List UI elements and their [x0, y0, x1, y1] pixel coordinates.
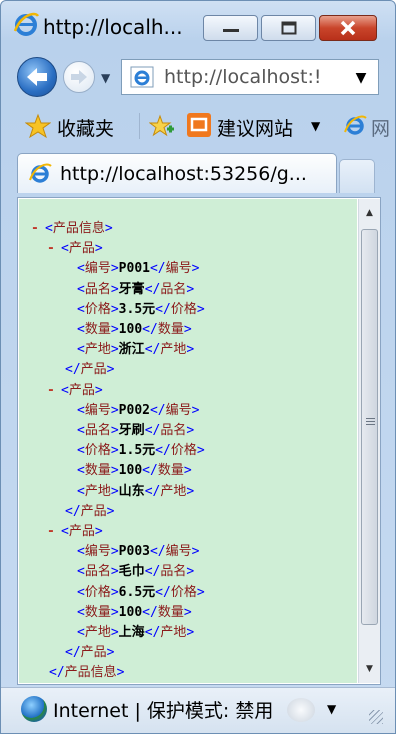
xml-field-line: <数量>100</数量>: [77, 322, 192, 337]
address-bar[interactable]: http://localhost:!: [121, 59, 379, 95]
xml-field-line: <数量>100</数量>: [77, 463, 192, 479]
resize-grip-icon[interactable]: [369, 710, 383, 724]
ie-logo-icon: [13, 12, 39, 36]
xml-field-line: <产地>浙江</产地>: [77, 342, 195, 358]
minimize-icon: [204, 16, 257, 40]
suggested-sites-dropdown[interactable]: ▼: [311, 119, 320, 133]
maximize-icon: [262, 16, 315, 40]
xml-field-line: <价格>1.5元</价格>: [77, 443, 205, 459]
status-bar: Internet | 保护模式: 禁用 ▼: [1, 687, 395, 733]
tab-active[interactable]: http://localhost:53256/g...: [17, 153, 337, 193]
xml-field-line: <品名>牙膏</品名>: [77, 281, 195, 297]
tab-title: http://localhost:53256/g...: [60, 163, 307, 185]
zoom-icon[interactable]: [287, 698, 315, 722]
toolbar-divider: [139, 113, 140, 139]
xml-field-line: <产地>上海</产地>: [77, 625, 195, 640]
favorites-star-icon: [25, 113, 51, 139]
collapse-toggle-icon: -: [31, 221, 39, 236]
new-tab-button[interactable]: [339, 159, 375, 193]
favorites-button[interactable]: 收藏夹: [57, 114, 114, 141]
address-dropdown-button[interactable]: ▼: [347, 65, 375, 91]
xml-field-line: <编号>P003</编号>: [77, 544, 200, 560]
xml-field-line: <产地>山东</产地>: [77, 483, 195, 499]
add-to-favorites-icon[interactable]: [149, 113, 175, 139]
favorites-bar: 收藏夹 建议网站 ▼ 网: [1, 105, 395, 147]
scrollbar-thumb[interactable]: [361, 229, 378, 625]
xml-product-close: </产品>: [65, 362, 115, 378]
recent-pages-dropdown[interactable]: ▼: [101, 71, 110, 85]
window-title: http://localh...: [43, 15, 183, 39]
grip-icon: [366, 418, 375, 427]
minimize-button[interactable]: [203, 15, 258, 41]
chevron-down-icon: ▼: [355, 70, 367, 86]
xml-field-line: <编号>P002</编号>: [77, 402, 200, 418]
close-button[interactable]: [319, 15, 377, 41]
scroll-up-arrow-icon[interactable]: ▲: [359, 203, 380, 223]
title-bar: http://localh...: [1, 1, 395, 49]
xml-root-close: </产品信息>: [49, 665, 125, 681]
browser-window: http://localh... ▼ http://localhost:! ▼ …: [0, 0, 396, 734]
status-zone-text: Internet | 保护模式: 禁用: [53, 700, 274, 722]
collapse-toggle-icon: -: [47, 241, 55, 257]
collapse-toggle-icon: -: [47, 524, 55, 539]
web-slice-ie-icon[interactable]: [343, 113, 367, 137]
suggested-sites-icon: [187, 113, 211, 137]
xml-product-close: </产品>: [65, 503, 115, 519]
address-url: http://localhost:!: [164, 66, 322, 88]
back-arrow-icon: [27, 68, 47, 86]
xml-tree-view: - <产品信息> - <产品> <编号>P001</编号> <品名>牙膏</品名> <价格>…: [19, 199, 357, 683]
xml-product-open[interactable]: - <产品>: [47, 239, 103, 259]
ie-tab-icon: [29, 163, 52, 183]
xml-field-line: <价格>6.5元</价格>: [77, 584, 205, 600]
close-icon: [320, 16, 376, 40]
zoom-dropdown[interactable]: ▼: [327, 702, 336, 716]
xml-field-line: <编号>P001</编号>: [77, 261, 200, 277]
scroll-down-arrow-icon[interactable]: ▼: [359, 659, 380, 679]
xml-field-line: <品名>牙刷</品名>: [77, 423, 195, 438]
forward-button[interactable]: [63, 61, 95, 93]
page-content: - <产品信息> - <产品> <编号>P001</编号> <品名>牙膏</品名> <价格>…: [17, 197, 381, 685]
xml-product-open[interactable]: - <产品>: [47, 522, 103, 542]
internet-zone-globe-icon: [21, 696, 47, 722]
collapse-toggle-icon: -: [47, 382, 55, 398]
xml-product-close: </产品>: [65, 645, 115, 661]
vertical-scrollbar[interactable]: ▲ ▼: [358, 199, 380, 683]
xml-root-open[interactable]: - <产品信息>: [31, 219, 113, 239]
web-slice-label[interactable]: 网: [371, 114, 390, 141]
xml-field-line: <品名>毛巾</品名>: [77, 564, 195, 580]
back-button[interactable]: [17, 57, 57, 97]
forward-arrow-icon: [71, 70, 87, 84]
xml-field-line: <价格>3.5元</价格>: [77, 301, 205, 317]
suggested-sites-button[interactable]: 建议网站: [217, 114, 293, 141]
page-ie-icon: [130, 66, 154, 88]
xml-field-line: <数量>100</数量>: [77, 604, 192, 620]
xml-product-open[interactable]: - <产品>: [47, 381, 103, 401]
maximize-button[interactable]: [261, 15, 316, 41]
